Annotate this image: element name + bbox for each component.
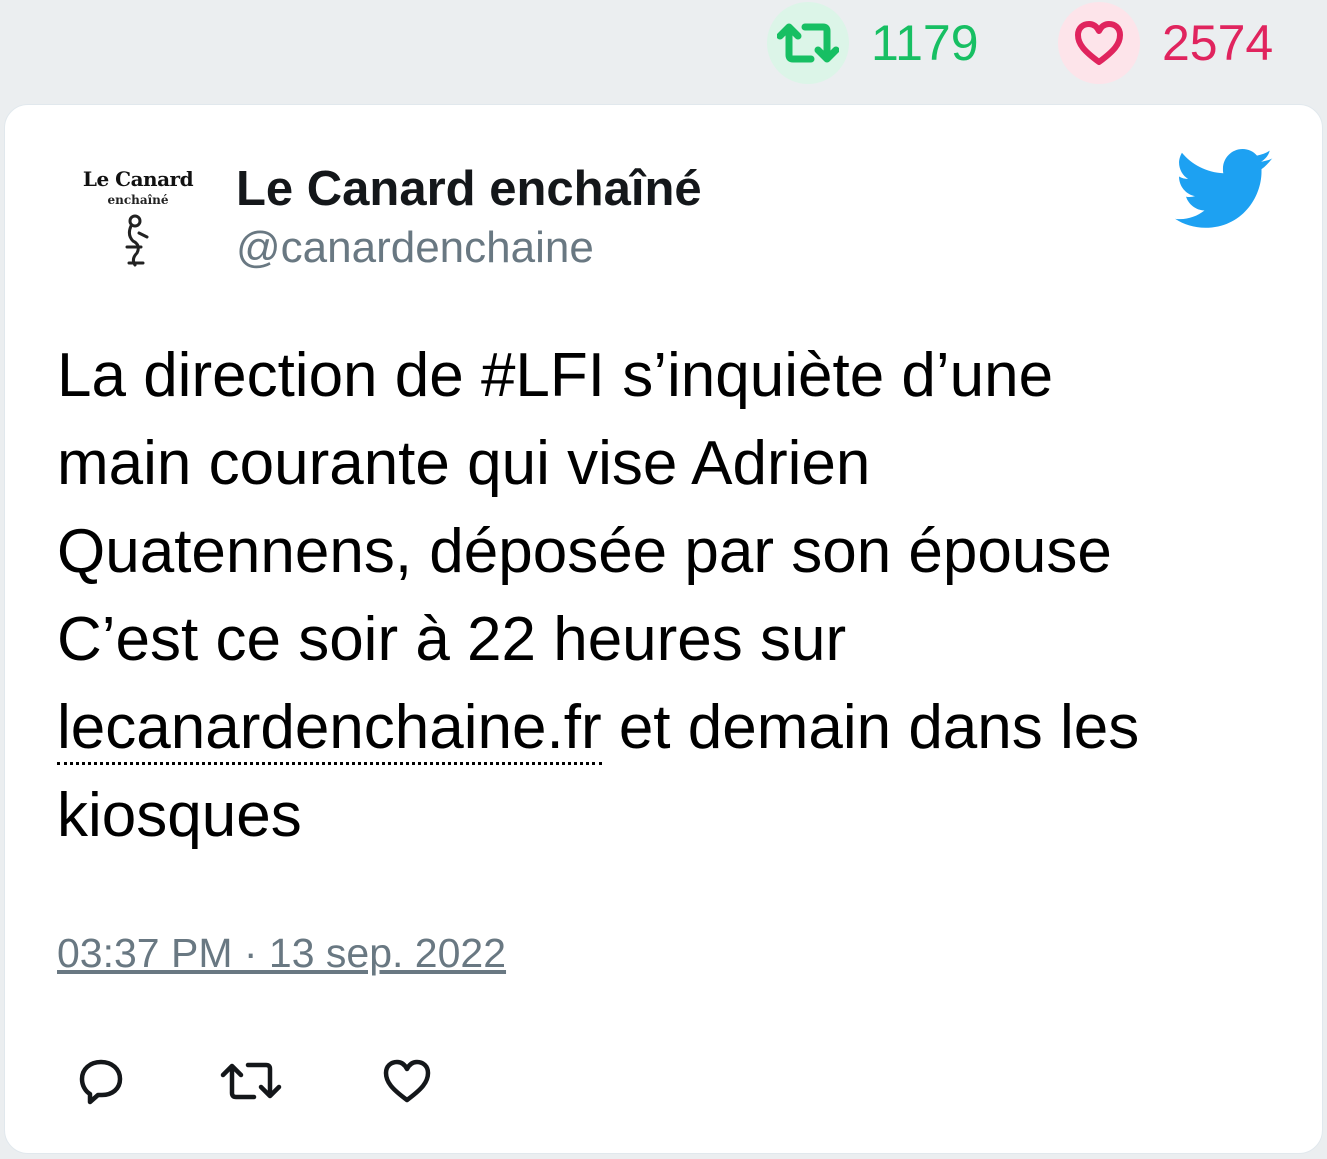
tweet-line: Quatennens, déposée par son épouse	[57, 517, 1112, 586]
twitter-bird-icon[interactable]	[1175, 149, 1275, 229]
reply-icon	[79, 1059, 123, 1105]
engagement-stats: 1179 2574	[0, 0, 1327, 100]
retweet-count: 1179	[871, 15, 979, 71]
reply-button[interactable]	[65, 1045, 137, 1117]
avatar-logo-text: Le Canard	[82, 167, 194, 191]
tweet-text: La direction de #LFI s’inquiète d’une ma…	[57, 332, 1297, 860]
author-handle[interactable]: @canardenchaine	[236, 226, 702, 270]
heart-icon	[1058, 2, 1140, 84]
tweet-line-rest: et demain dans les	[601, 693, 1140, 762]
heart-icon	[383, 1059, 431, 1103]
avatar-logo-sub: enchaîné	[107, 193, 169, 207]
tweet-line: kiosques	[57, 781, 302, 850]
author-info[interactable]: Le Canard enchaîné @canardenchaine	[236, 165, 702, 270]
retweet-button[interactable]	[215, 1045, 287, 1117]
tweet-link[interactable]: lecanardenchaine.fr	[57, 693, 602, 765]
like-stat[interactable]: 2574	[1058, 2, 1273, 84]
retweet-stat[interactable]: 1179	[767, 2, 979, 84]
tweet-line: main courante qui vise Adrien	[57, 429, 871, 498]
like-button[interactable]	[371, 1045, 443, 1117]
tweet-actions	[5, 1045, 705, 1117]
duck-logo-icon	[125, 214, 149, 267]
retweet-icon	[767, 2, 849, 84]
tweet-line: C’est ce soir à 22 heures sur	[57, 605, 847, 674]
tweet-line: La direction de #LFI s’inquiète d’une	[57, 341, 1054, 410]
retweet-icon	[220, 1062, 282, 1100]
tweet-line: lecanardenchaine.fr et demain dans les	[57, 684, 1297, 772]
tweet-timestamp[interactable]: 03:37 PM · 13 sep. 2022	[57, 933, 506, 974]
author-name[interactable]: Le Canard enchaîné	[236, 165, 702, 214]
tweet-card: Le Canard enchaîné Le Canard enchaîné @c…	[4, 104, 1323, 1154]
avatar[interactable]: Le Canard enchaîné	[73, 161, 203, 281]
like-count: 2574	[1162, 15, 1274, 71]
